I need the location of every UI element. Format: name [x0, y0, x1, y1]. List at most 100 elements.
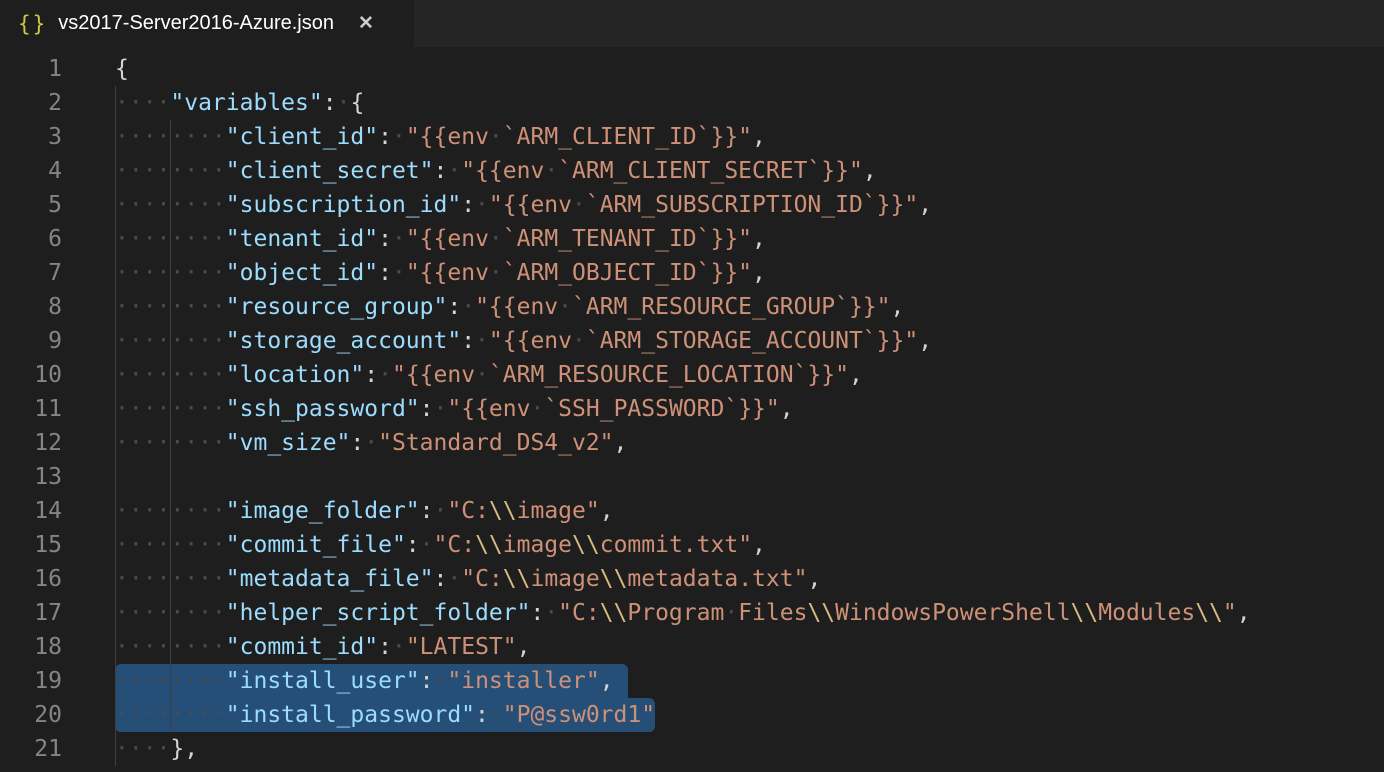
- code-token: :: [420, 498, 434, 524]
- line-number[interactable]: 20: [0, 698, 62, 732]
- code-token: "helper_script_folder": [226, 600, 531, 626]
- whitespace-dots: ·: [724, 600, 738, 626]
- code-token: :: [420, 396, 434, 422]
- code-token: "{{env: [475, 294, 558, 320]
- code-line[interactable]: 7········"object_id":·"{{env·`ARM_OBJECT…: [0, 256, 1384, 290]
- code-token: "client_secret": [226, 158, 434, 184]
- code-token: "variables": [170, 90, 322, 116]
- code-token: "ssh_password": [226, 396, 420, 422]
- code-line[interactable]: 13: [0, 460, 1384, 494]
- code-token: `ARM_STORAGE_ACCOUNT`}}": [586, 328, 918, 354]
- line-number[interactable]: 21: [0, 732, 62, 766]
- code-line[interactable]: 9········"storage_account":·"{{env·`ARM_…: [0, 324, 1384, 358]
- code-line[interactable]: 15········"commit_file":·"C:\\image\\com…: [0, 528, 1384, 562]
- code-line[interactable]: 19········"install_user":·"installer",: [0, 664, 1384, 698]
- code-line[interactable]: 1{: [0, 52, 1384, 86]
- whitespace-dots: ····: [115, 736, 170, 762]
- code-line[interactable]: 10········"location":·"{{env·`ARM_RESOUR…: [0, 358, 1384, 392]
- whitespace-dots: ·: [489, 124, 503, 150]
- line-number[interactable]: 1: [0, 52, 62, 86]
- code-line[interactable]: 14········"image_folder":·"C:\\image",: [0, 494, 1384, 528]
- code-token: `ARM_TENANT_ID`}}": [503, 226, 752, 252]
- code-line[interactable]: 12········"vm_size":·"Standard_DS4_v2",: [0, 426, 1384, 460]
- code-token: "vm_size": [226, 430, 351, 456]
- line-number[interactable]: 13: [0, 460, 62, 494]
- whitespace-dots: ·: [392, 226, 406, 252]
- line-number[interactable]: 15: [0, 528, 62, 562]
- line-number[interactable]: 4: [0, 154, 62, 188]
- whitespace-dots: ·: [530, 396, 544, 422]
- code-token: ,: [1237, 600, 1251, 626]
- code-line[interactable]: 21····},: [0, 732, 1384, 766]
- code-token: ,: [918, 328, 932, 354]
- code-token: image": [517, 498, 600, 524]
- code-line[interactable]: 8········"resource_group":·"{{env·`ARM_R…: [0, 290, 1384, 324]
- line-number[interactable]: 6: [0, 222, 62, 256]
- code-token: "object_id": [226, 260, 378, 286]
- code-line[interactable]: 20········"install_password":·"P@ssw0rd1…: [0, 698, 1384, 732]
- line-number[interactable]: 12: [0, 426, 62, 460]
- code-token: :: [530, 600, 544, 626]
- line-number[interactable]: 17: [0, 596, 62, 630]
- whitespace-dots: ········: [115, 158, 226, 184]
- whitespace-dots: ·: [558, 294, 572, 320]
- code-token: "install_password": [226, 702, 475, 728]
- code-token: "installer": [447, 668, 599, 694]
- code-token: "{{env: [392, 362, 475, 388]
- code-line[interactable]: 16········"metadata_file":·"C:\\image\\m…: [0, 562, 1384, 596]
- code-token: :: [420, 668, 434, 694]
- code-line[interactable]: 6········"tenant_id":·"{{env·`ARM_TENANT…: [0, 222, 1384, 256]
- code-token: "commit_file": [226, 532, 406, 558]
- line-number[interactable]: 14: [0, 494, 62, 528]
- line-number[interactable]: 8: [0, 290, 62, 324]
- whitespace-dots: ·: [544, 600, 558, 626]
- line-number[interactable]: 16: [0, 562, 62, 596]
- code-editor[interactable]: 1{2····"variables":·{3········"client_id…: [0, 47, 1384, 766]
- code-token: "LATEST": [406, 634, 517, 660]
- line-number[interactable]: 7: [0, 256, 62, 290]
- code-token: ,: [780, 396, 794, 422]
- line-number[interactable]: 9: [0, 324, 62, 358]
- close-tab-icon[interactable]: ✕: [358, 14, 374, 33]
- line-number[interactable]: 10: [0, 358, 62, 392]
- code-token: Files: [738, 600, 807, 626]
- line-number[interactable]: 19: [0, 664, 62, 698]
- code-token: ,: [517, 634, 531, 660]
- line-number[interactable]: 2: [0, 86, 62, 120]
- whitespace-dots: ·: [378, 362, 392, 388]
- code-token: `ARM_CLIENT_SECRET`}}": [558, 158, 863, 184]
- whitespace-dots: ·: [447, 566, 461, 592]
- line-number[interactable]: 18: [0, 630, 62, 664]
- code-line[interactable]: 2····"variables":·{: [0, 86, 1384, 120]
- code-token: "{{env: [447, 396, 530, 422]
- code-token: "{{env: [406, 226, 489, 252]
- code-line[interactable]: 4········"client_secret":·"{{env·`ARM_CL…: [0, 154, 1384, 188]
- whitespace-dots: ·: [572, 328, 586, 354]
- whitespace-dots: ·: [475, 192, 489, 218]
- code-line[interactable]: 5········"subscription_id":·"{{env·`ARM_…: [0, 188, 1384, 222]
- code-token: ": [1223, 600, 1237, 626]
- whitespace-dots: ·: [572, 192, 586, 218]
- code-token: "C:: [447, 498, 489, 524]
- code-token: `ARM_RESOURCE_GROUP`}}": [572, 294, 891, 320]
- line-number[interactable]: 5: [0, 188, 62, 222]
- whitespace-dots: ·: [392, 124, 406, 150]
- code-line[interactable]: 11········"ssh_password":·"{{env·`SSH_PA…: [0, 392, 1384, 426]
- tab-vs2017-server2016-azure-json[interactable]: {} vs2017-Server2016-Azure.json ✕: [0, 0, 414, 47]
- code-line[interactable]: 18········"commit_id":·"LATEST",: [0, 630, 1384, 664]
- code-token: :: [434, 158, 448, 184]
- code-token: "image_folder": [226, 498, 420, 524]
- code-token: :: [378, 260, 392, 286]
- code-token: "install_user": [226, 668, 420, 694]
- code-line[interactable]: 3········"client_id":·"{{env·`ARM_CLIENT…: [0, 120, 1384, 154]
- whitespace-dots: ·: [489, 702, 503, 728]
- code-token: "{{env: [406, 124, 489, 150]
- code-token: {: [350, 90, 364, 116]
- code-token: "P@ssw0rd1": [503, 702, 655, 728]
- line-number[interactable]: 11: [0, 392, 62, 426]
- whitespace-dots: ········: [115, 124, 226, 150]
- code-token: "client_id": [226, 124, 378, 150]
- whitespace-dots: ········: [115, 668, 226, 694]
- code-line[interactable]: 17········"helper_script_folder":·"C:\\P…: [0, 596, 1384, 630]
- line-number[interactable]: 3: [0, 120, 62, 154]
